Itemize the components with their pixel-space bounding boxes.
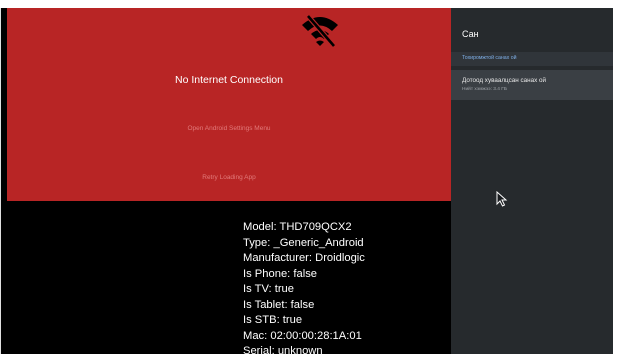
section-header: Тохиромжтой санах ой	[451, 52, 613, 66]
page-title: No Internet Connection	[175, 74, 283, 86]
device-model: Model: THD709QCX2	[243, 221, 352, 233]
device-type: Type: _Generic_Android	[243, 236, 364, 249]
side-panel-title: Сан	[462, 29, 479, 39]
storage-item-size: Нийт хэмжээ: 3.4 ГБ	[462, 87, 508, 92]
storage-side-panel: Сан Тохиромжтой санах ой Дотоод хуваалцс…	[451, 8, 613, 354]
device-manufacturer: Manufacturer: Droidlogic	[243, 252, 365, 264]
device-info: Model: THD709QCX2 Type: _Generic_Android…	[243, 220, 365, 354]
device-is-tablet: Is Tablet: false	[243, 298, 315, 311]
storage-item-internal[interactable]: Дотоод хуваалцсан санах ой Нийт хэмжээ: …	[451, 70, 613, 100]
error-panel: No Internet Connection Open Android Sett…	[7, 8, 451, 201]
section-header-label: Тохиромжтой санах ой	[462, 55, 517, 61]
storage-item-label: Дотоод хуваалцсан санах ой	[462, 77, 547, 84]
device-is-stb: Is STB: true	[243, 314, 303, 326]
tv-screen: No Internet Connection Open Android Sett…	[0, 8, 613, 354]
retry-button[interactable]: Retry Loading App	[7, 174, 451, 181]
mouse-pointer-icon	[496, 191, 508, 207]
device-mac: Mac: 02:00:00:28:1A:01	[243, 329, 362, 342]
open-settings-button[interactable]: Open Android Settings Menu	[7, 125, 451, 132]
device-is-tv: Is TV: true	[243, 283, 294, 295]
device-serial: Serial: unknown	[243, 345, 323, 354]
wifi-off-icon	[302, 14, 338, 48]
device-is-phone: Is Phone: false	[243, 267, 318, 280]
